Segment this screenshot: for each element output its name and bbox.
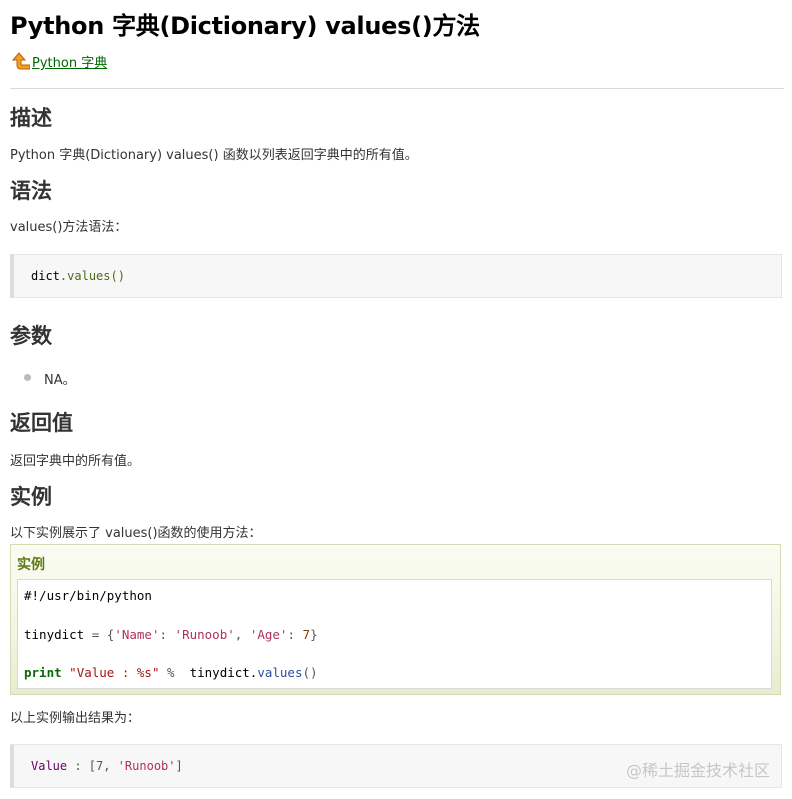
output-line: Value : [7, 'Runoob']	[31, 759, 183, 773]
tok-colon-1: :	[159, 627, 175, 642]
tok-eq: = {	[84, 627, 115, 642]
back-link-row[interactable]: Python 字典	[10, 50, 107, 72]
code-line-dict: tinydict = {'Name': 'Runoob', 'Age': 7}	[24, 627, 318, 642]
tok-values-fn: values	[257, 665, 303, 680]
syntax-intro: values()方法语法：	[10, 220, 128, 235]
syntax-code-line: dict.values()	[31, 269, 125, 283]
code-line-print: print "Value : %s" % tinydict.values()	[24, 665, 318, 680]
tok-print: print	[24, 665, 62, 680]
out-rest: : [7,	[67, 759, 118, 773]
description-text: Python 字典(Dictionary) values() 函数以列表返回字典…	[10, 148, 418, 163]
tok-key-name: 'Name'	[114, 627, 160, 642]
returns-text: 返回字典中的所有值。	[10, 454, 141, 469]
tok-val-runoob: 'Runoob'	[174, 627, 235, 642]
tok-close: }	[310, 627, 318, 642]
params-item: NA。	[44, 373, 76, 388]
tok-parens: ()	[302, 665, 318, 680]
out-str: 'Runoob'	[117, 759, 176, 773]
heading-params: 参数	[10, 324, 52, 348]
out-end: ]	[175, 759, 183, 773]
heading-description: 描述	[10, 106, 52, 130]
output-intro: 以上实例输出结果为：	[10, 711, 141, 726]
back-link-python-dict[interactable]: Python 字典	[32, 56, 107, 72]
example-code[interactable]: #!/usr/bin/python tinydict = {'Name': 'R…	[17, 579, 772, 689]
page-title: Python 字典(Dictionary) values()方法	[10, 12, 480, 40]
example-box-title: 实例	[17, 557, 45, 573]
divider	[10, 88, 784, 89]
tok-var: tinydict	[24, 627, 85, 642]
heading-syntax: 语法	[10, 179, 52, 203]
code-line-shebang: #!/usr/bin/python	[24, 588, 152, 603]
up-arrow-icon[interactable]	[10, 50, 31, 72]
tok-colon-2: :	[287, 627, 303, 642]
watermark: @稀土掘金技术社区	[625, 761, 770, 780]
heading-returns: 返回值	[10, 411, 73, 435]
tok-obj: tinydict.	[189, 665, 258, 680]
code-obj: dict	[31, 269, 60, 283]
tok-format-str: "Value : %s"	[69, 665, 160, 680]
tok-sep: ,	[234, 627, 250, 642]
example-box: 实例 #!/usr/bin/python tinydict = {'Name':…	[10, 544, 781, 695]
bullet-icon	[24, 374, 31, 381]
tok-percent: %	[159, 665, 190, 680]
example-intro: 以下实例展示了 values()函数的使用方法：	[10, 526, 262, 541]
heading-example: 实例	[10, 485, 52, 509]
out-label: Value	[31, 759, 68, 773]
tok-val-7: 7	[302, 627, 311, 642]
tok-key-age: 'Age'	[249, 627, 288, 642]
code-call: values()	[67, 269, 125, 283]
syntax-code-block: dict.values()	[10, 254, 782, 298]
